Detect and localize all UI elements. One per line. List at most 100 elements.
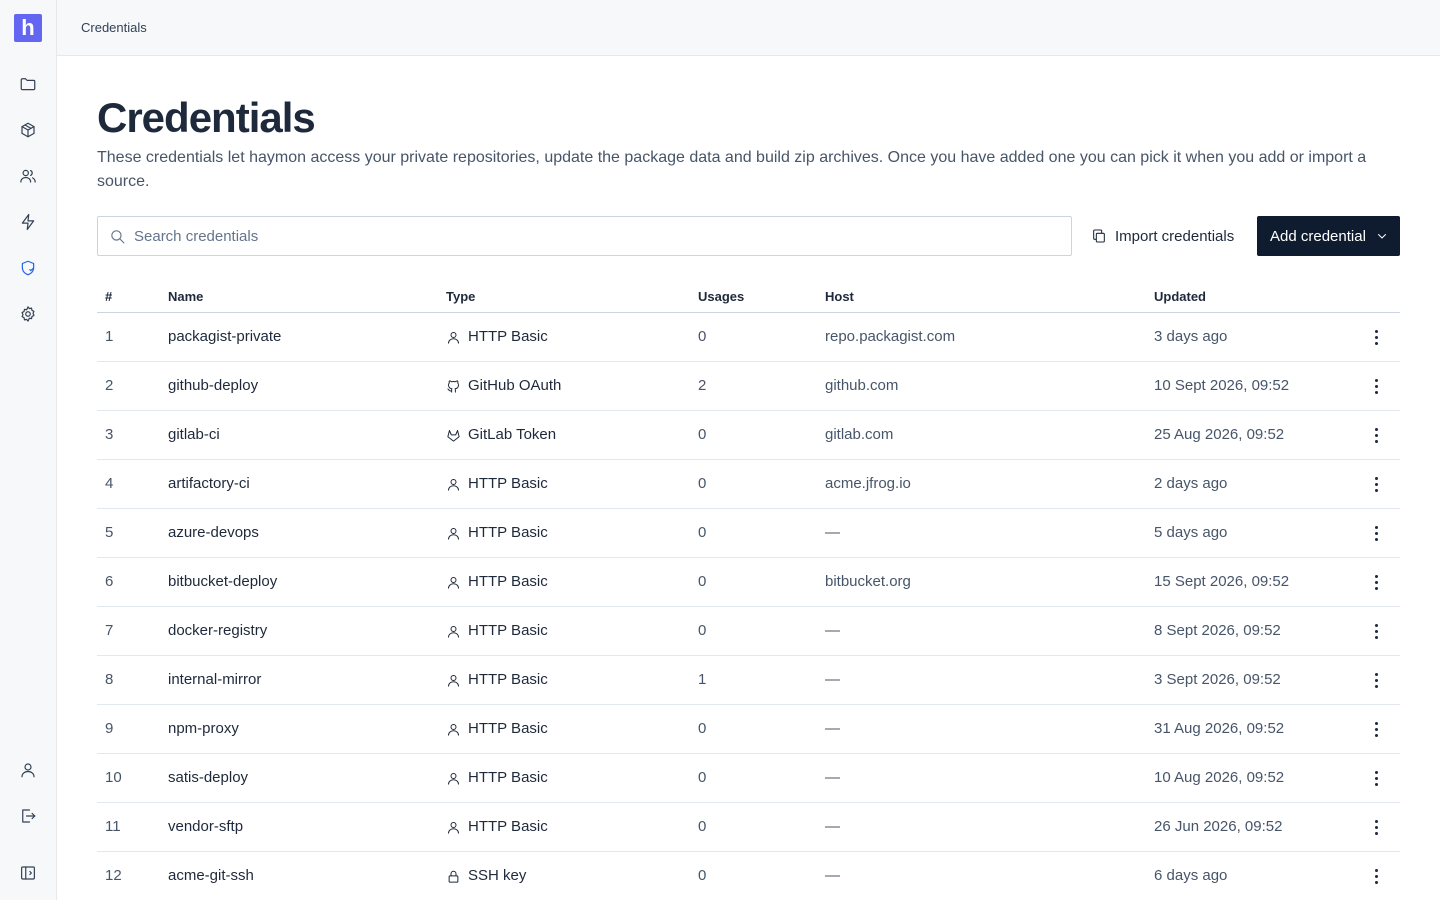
- package-icon[interactable]: [16, 118, 40, 142]
- table-row[interactable]: 5 azure-devops HTTP Basic 0 — 5 days ago: [97, 509, 1400, 558]
- table-body: 1 packagist-private HTTP Basic 0 repo.packag…: [97, 313, 1400, 900]
- credential-host: —: [825, 622, 840, 639]
- credential-host: —: [825, 671, 840, 688]
- row-menu-icon[interactable]: [1369, 619, 1383, 643]
- credential-usages: 0: [698, 769, 707, 786]
- table-header: # Name Type Usages Host Updated: [97, 282, 1400, 313]
- credential-name[interactable]: artifactory-ci: [168, 476, 250, 492]
- logout-icon[interactable]: [16, 804, 40, 828]
- row-menu-icon[interactable]: [1369, 472, 1383, 496]
- credential-type-label: HTTP Basic: [468, 475, 548, 492]
- credential-type-label: GitLab Token: [468, 426, 557, 443]
- row-number: 2: [105, 377, 114, 394]
- copy-icon: [1093, 229, 1105, 243]
- credential-type-label: HTTP Basic: [468, 769, 548, 786]
- table-row[interactable]: 12 acme-git-ssh SSH key 0 — 6 days ago: [97, 852, 1400, 900]
- import-credentials-button[interactable]: Import credentials: [1091, 216, 1237, 256]
- add-credential-label: Add credential: [1270, 227, 1366, 245]
- table-row[interactable]: 1 packagist-private HTTP Basic 0 repo.packag…: [97, 313, 1400, 362]
- credential-usages: 2: [698, 377, 707, 394]
- credential-type: HTTP Basic: [446, 329, 548, 345]
- table-row[interactable]: 2 github-deploy GitHub OAuth 2 github.com 10 …: [97, 362, 1400, 411]
- credential-host: bitbucket.org: [825, 573, 911, 590]
- column-header-name[interactable]: Name: [168, 289, 203, 304]
- table-row[interactable]: 11 vendor-sftp HTTP Basic 0 — 26 Jun 2026, 09…: [97, 803, 1400, 852]
- credentials-table: # Name Type Usages Host Updated 1 packagi…: [97, 282, 1400, 900]
- credential-usages: 0: [698, 573, 707, 590]
- app-logo[interactable]: h: [14, 14, 42, 42]
- credential-type: GitHub OAuth: [446, 378, 561, 394]
- credential-usages: 0: [698, 475, 707, 492]
- credential-name[interactable]: gitlab-ci: [168, 427, 220, 443]
- column-header-updated[interactable]: Updated: [1154, 289, 1206, 304]
- row-menu-icon[interactable]: [1369, 864, 1383, 888]
- credential-usages: 0: [698, 524, 707, 541]
- credential-host: repo.packagist.com: [825, 328, 956, 345]
- search-box: [97, 216, 1072, 256]
- row-number: 6: [105, 573, 114, 590]
- user-icon: [448, 331, 459, 344]
- credential-name[interactable]: npm-proxy: [168, 721, 239, 737]
- credential-type-label: HTTP Basic: [468, 720, 548, 737]
- credential-host: —: [825, 818, 840, 835]
- credential-name[interactable]: docker-registry: [168, 623, 267, 639]
- credential-name[interactable]: bitbucket-deploy: [168, 574, 277, 590]
- row-menu-icon[interactable]: [1369, 717, 1383, 741]
- credential-type-label: HTTP Basic: [468, 524, 548, 541]
- credential-usages: 0: [698, 818, 707, 835]
- bolt-icon[interactable]: [16, 210, 40, 234]
- credential-usages: 0: [698, 720, 707, 737]
- credential-host: acme.jfrog.io: [825, 475, 911, 492]
- credential-name[interactable]: vendor-sftp: [168, 819, 243, 835]
- credential-updated: 3 Sept 2026, 09:52: [1154, 671, 1281, 688]
- row-menu-icon[interactable]: [1369, 668, 1383, 692]
- row-menu-icon[interactable]: [1369, 374, 1383, 398]
- credential-name[interactable]: acme-git-ssh: [168, 868, 254, 884]
- gear-icon[interactable]: [16, 302, 40, 326]
- column-header-usages[interactable]: Usages: [698, 289, 744, 304]
- user-icon[interactable]: [16, 758, 40, 782]
- table-row[interactable]: 3 gitlab-ci GitLab Token 0 gitlab.com 25 Aug …: [97, 411, 1400, 460]
- table-row[interactable]: 4 artifactory-ci HTTP Basic 0 acme.jfrog.io 2…: [97, 460, 1400, 509]
- credential-updated: 3 days ago: [1154, 328, 1228, 345]
- table-row[interactable]: 9 npm-proxy HTTP Basic 0 — 31 Aug 2026, 09:52: [97, 705, 1400, 754]
- row-menu-icon[interactable]: [1369, 325, 1383, 349]
- credential-host: —: [825, 867, 840, 884]
- add-credential-button[interactable]: Add credential: [1257, 216, 1400, 256]
- table-row[interactable]: 6 bitbucket-deploy HTTP Basic 0 bitbucket.or…: [97, 558, 1400, 607]
- folder-icon[interactable]: [16, 72, 40, 96]
- credential-type-label: HTTP Basic: [468, 622, 548, 639]
- row-menu-icon[interactable]: [1369, 766, 1383, 790]
- users-icon[interactable]: [16, 164, 40, 188]
- row-menu-icon[interactable]: [1369, 423, 1383, 447]
- credential-name[interactable]: github-deploy: [168, 378, 258, 394]
- breadcrumb[interactable]: Credentials: [81, 20, 147, 35]
- gitlab-icon: [447, 429, 460, 442]
- row-menu-icon[interactable]: [1369, 521, 1383, 545]
- credential-name[interactable]: packagist-private: [168, 329, 281, 345]
- user-icon: [448, 821, 459, 834]
- row-menu-icon[interactable]: [1369, 815, 1383, 839]
- credential-type: HTTP Basic: [446, 819, 548, 835]
- shield-icon[interactable]: [16, 256, 40, 280]
- row-menu-icon[interactable]: [1369, 570, 1383, 594]
- table-row[interactable]: 8 internal-mirror HTTP Basic 1 — 3 Sept 2026,…: [97, 656, 1400, 705]
- sidebar-toggle-icon[interactable]: [16, 861, 40, 885]
- credential-updated: 2 days ago: [1154, 475, 1228, 492]
- credential-name[interactable]: internal-mirror: [168, 672, 261, 688]
- search-input[interactable]: [134, 217, 1054, 255]
- credential-host: github.com: [825, 377, 899, 394]
- user-icon: [448, 772, 459, 785]
- chevron-down-icon: [1377, 234, 1386, 239]
- table-row[interactable]: 7 docker-registry HTTP Basic 0 — 8 Sept 2026,…: [97, 607, 1400, 656]
- column-header-host[interactable]: Host: [825, 289, 854, 304]
- credential-name[interactable]: azure-devops: [168, 525, 259, 541]
- credential-name[interactable]: satis-deploy: [168, 770, 248, 786]
- credential-updated: 5 days ago: [1154, 524, 1228, 541]
- column-header-type[interactable]: Type: [446, 289, 475, 304]
- row-number: 7: [105, 622, 114, 639]
- credential-type: HTTP Basic: [446, 672, 548, 688]
- credential-updated: 10 Aug 2026, 09:52: [1154, 769, 1285, 786]
- table-row[interactable]: 10 satis-deploy HTTP Basic 0 — 10 Aug 2026, 0…: [97, 754, 1400, 803]
- row-number: 8: [105, 671, 114, 688]
